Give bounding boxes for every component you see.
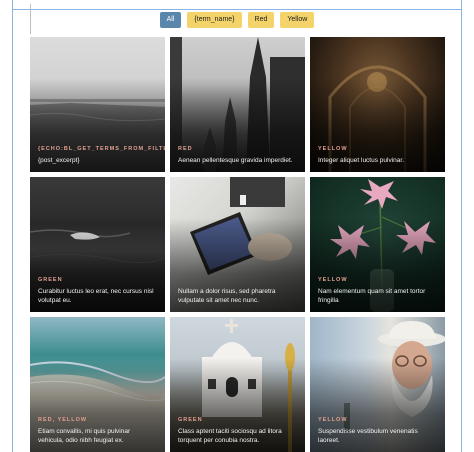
post-category: GREEN [38,277,63,283]
post-category: {ECHO:BL_GET_TERMS_FROM_FILTER_CATEGORIE… [38,146,165,152]
post-excerpt: Nam elementum quam sit amet tortor fring… [318,288,426,304]
filter-term-name-button[interactable]: {term_name} [187,12,242,28]
post-category: RED [178,146,193,152]
post-excerpt: Aenean pellentesque gravida imperdiet. [178,157,293,164]
post-excerpt: Suspendisse vestibulum venenatis laoreet… [318,428,418,444]
post-category: RED, YELLOW [38,417,88,423]
editor-guide-top [12,9,462,10]
filter-bar: All {term_name} Red Yellow [0,12,474,28]
post-category: YELLOW [318,146,348,152]
post-category: YELLOW [318,277,348,283]
post-category: GREEN [178,417,203,423]
post-card[interactable]: RED, YELLOW Etiam convallis, mi quis pul… [30,317,165,452]
post-excerpt: Nullam a dolor risus, sed pharetra vulpu… [178,288,276,304]
post-excerpt: Etiam convallis, mi quis pulvinar vehicu… [38,428,131,444]
post-excerpt: Curabitur luctus leo erat, nec cursus ni… [38,288,154,304]
editor-guide-left [12,0,13,452]
editor-guide-right [461,0,462,452]
post-excerpt: {post_excerpt} [38,157,80,164]
post-card[interactable]: {ECHO:BL_GET_TERMS_FROM_FILTER_CATEGORIE… [30,37,165,172]
post-card[interactable]: YELLOW Nam elementum quam sit amet torto… [310,177,445,312]
post-card[interactable]: Nullam a dolor risus, sed pharetra vulpu… [170,177,305,312]
post-excerpt: Integer aliquet luctus pulvinar. [318,157,404,164]
post-card[interactable]: GREEN Class aptent taciti sociosqu ad li… [170,317,305,452]
post-card[interactable]: GREEN Curabitur luctus leo erat, nec cur… [30,177,165,312]
filter-yellow-button[interactable]: Yellow [280,12,315,28]
filter-all-button[interactable]: All [159,12,182,28]
post-card[interactable]: YELLOW Suspendisse vestibulum venenatis … [310,317,445,452]
post-grid: {ECHO:BL_GET_TERMS_FROM_FILTER_CATEGORIE… [30,37,445,452]
post-card[interactable]: RED Aenean pellentesque gravida imperdie… [170,37,305,172]
filter-red-button[interactable]: Red [247,12,275,28]
post-excerpt: Class aptent taciti sociosqu ad litora t… [178,428,282,444]
post-card[interactable]: YELLOW Integer aliquet luctus pulvinar. [310,37,445,172]
post-category: YELLOW [318,417,348,423]
